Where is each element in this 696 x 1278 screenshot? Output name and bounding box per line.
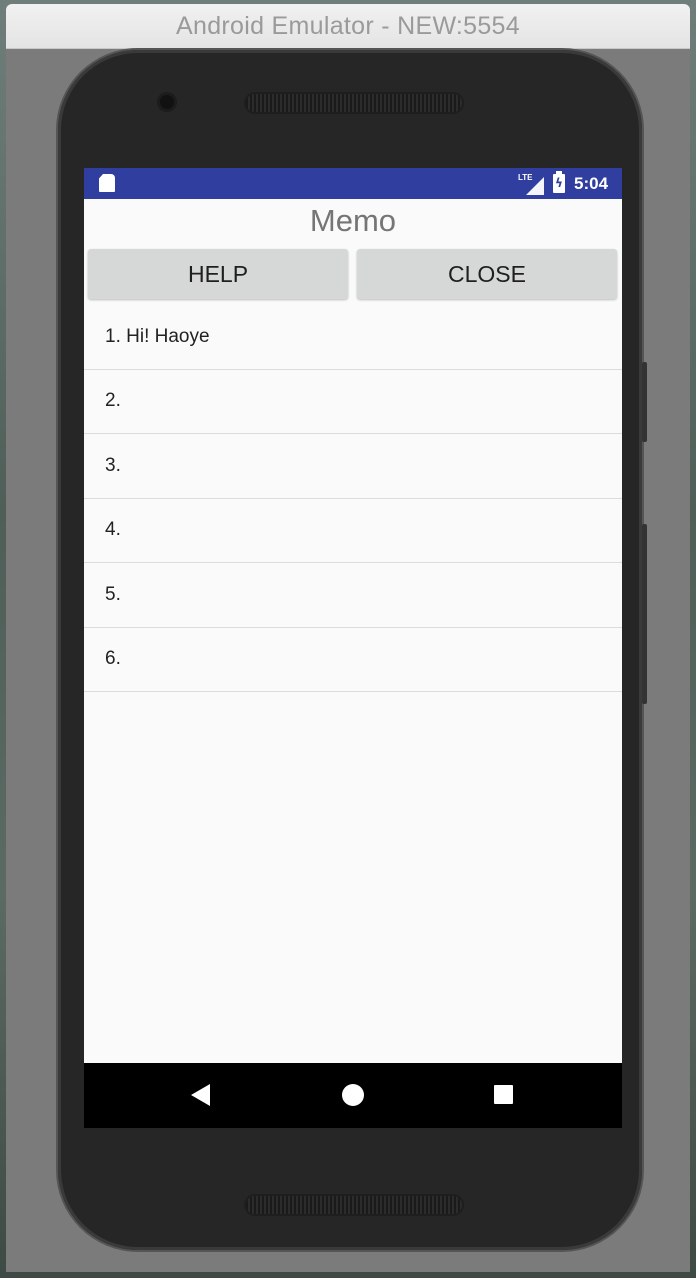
battery-charging-icon: ϟ [553,171,565,193]
memo-list: 1. Hi! Haoye 2. 3. 4. 5. 6. [84,305,622,692]
device-screen: LTE ϟ 5:04 Memo HELP CLOSE 1. Hi! Haoye … [84,168,622,1128]
home-icon[interactable] [342,1084,364,1106]
volume-button[interactable] [642,524,647,704]
memo-item-3[interactable]: 3. [84,434,622,499]
front-camera-icon [160,95,174,109]
memo-item-4[interactable]: 4. [84,499,622,563]
navigation-bar [84,1063,622,1128]
top-speaker-grille [246,94,462,112]
signal-strength-icon [526,177,544,195]
memo-item-5[interactable]: 5. [84,563,622,628]
phone-frame: LTE ϟ 5:04 Memo HELP CLOSE 1. Hi! Haoye … [58,50,647,1250]
bottom-speaker-grille [246,1196,462,1214]
emulator-window: Android Emulator - NEW:5554 LTE ϟ 5:04 M… [6,4,690,1272]
memo-item-6[interactable]: 6. [84,628,622,692]
power-button[interactable] [642,362,647,442]
status-clock: 5:04 [574,174,609,193]
charging-bolt-icon: ϟ [555,176,563,190]
window-title: Android Emulator - NEW:5554 [176,11,520,40]
sd-card-icon [99,174,115,192]
close-button[interactable]: CLOSE [357,249,617,299]
memo-item-2[interactable]: 2. [84,370,622,434]
lte-signal-icon: LTE [518,173,544,195]
status-bar: LTE ϟ 5:04 [84,168,622,199]
window-titlebar[interactable]: Android Emulator - NEW:5554 [6,4,690,49]
recents-icon[interactable] [494,1085,513,1104]
back-icon[interactable] [191,1084,210,1106]
app-title: Memo [309,203,397,238]
help-button[interactable]: HELP [88,249,348,299]
memo-item-1[interactable]: 1. Hi! Haoye [84,305,622,370]
